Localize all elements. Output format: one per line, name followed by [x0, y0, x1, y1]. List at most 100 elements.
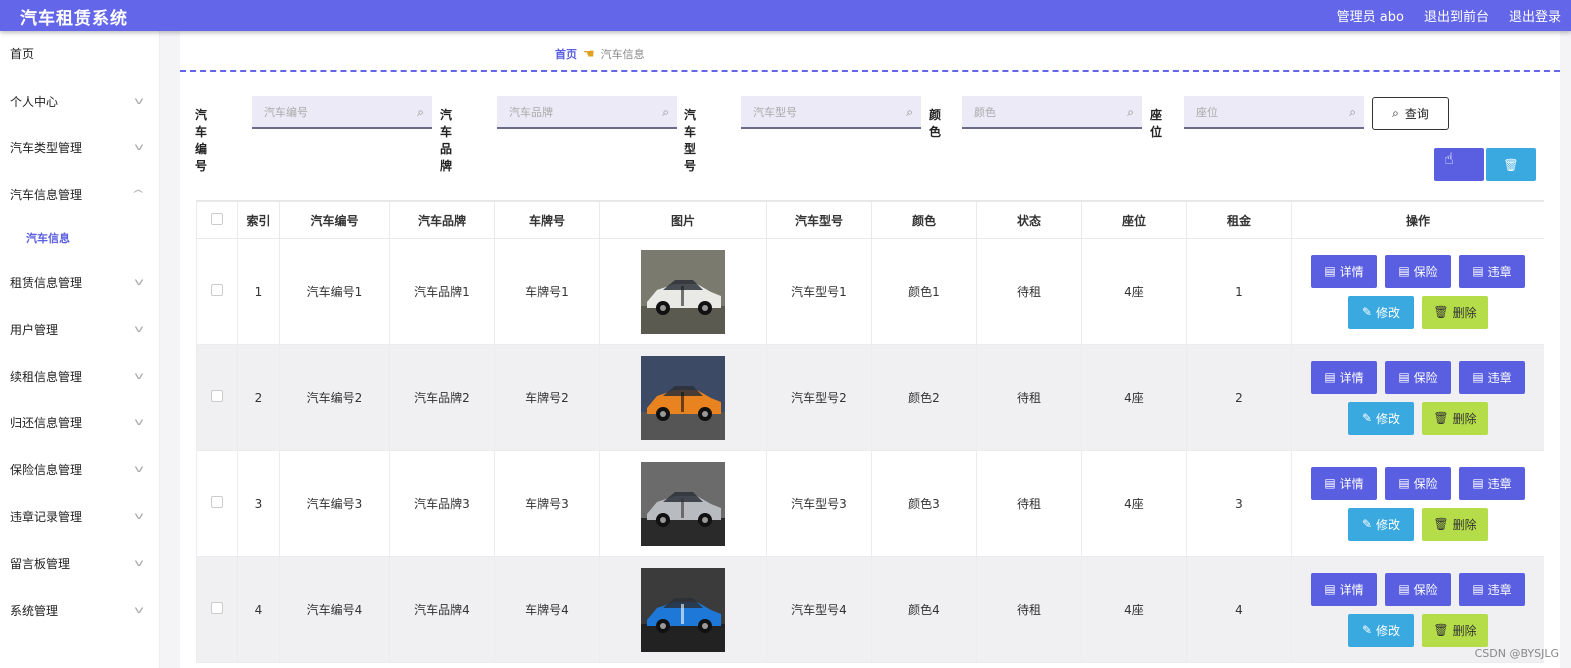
cell-seats: 4座 [1081, 450, 1187, 557]
insurance-button[interactable]: ▤ 保险 [1385, 466, 1451, 500]
insurance-button[interactable]: ▤ 保险 [1385, 254, 1451, 288]
detail-button[interactable]: ▤ 详情 [1311, 572, 1377, 606]
document-icon: ▤ [1324, 264, 1336, 278]
cell-index: 1 [237, 238, 280, 345]
row-select-cell[interactable] [196, 556, 238, 663]
sidebar-item-label: 系统管理 [10, 603, 59, 618]
document-icon: ▤ [1472, 264, 1484, 278]
cell-code: 汽车编号3 [279, 450, 390, 557]
cell-color: 颜色3 [871, 450, 977, 557]
row-checkbox[interactable] [211, 390, 223, 402]
sidebar-item-10[interactable]: 违章记录管理 v [0, 501, 160, 531]
sidebar-item-1[interactable]: 个人中心 v [0, 86, 160, 116]
cell-plate: 车牌号1 [494, 238, 600, 345]
col-plate: 车牌号 [494, 201, 600, 239]
edit-label: 修改 [1376, 305, 1401, 320]
sidebar-item-label: 留言板管理 [10, 556, 71, 571]
delete-button[interactable]: 🗑 删除 [1422, 295, 1488, 329]
pencil-icon: ✎ [1361, 305, 1373, 319]
insurance-button[interactable]: ▤ 保险 [1385, 360, 1451, 394]
logout-link[interactable]: 退出登录 [1509, 6, 1561, 25]
chevron-down-icon: v [134, 276, 144, 288]
delete-button[interactable]: 🗑 删除 [1422, 613, 1488, 647]
row-checkbox[interactable] [211, 284, 223, 296]
cell-plate: 车牌号2 [494, 344, 600, 451]
sidebar-item-11[interactable]: 留言板管理 v [0, 548, 160, 578]
sidebar-item-label: 汽车类型管理 [10, 140, 83, 155]
col-rent: 租金 [1186, 201, 1292, 239]
insurance-label: 保险 [1413, 582, 1438, 597]
sidebar-item-3[interactable]: 汽车信息管理 ^ [0, 179, 160, 209]
table-row: 3 汽车编号3 汽车品牌3 车牌号3 汽车型号3 颜色3 待租 4座 3 ▤ 详情 ▤ 保险 ▤ 违章 ✎ 修改… [196, 450, 1544, 557]
select-all-cell[interactable] [196, 201, 238, 239]
violation-button[interactable]: ▤ 违章 [1459, 572, 1525, 606]
detail-button[interactable]: ▤ 详情 [1311, 466, 1377, 500]
sidebar-item-6[interactable]: 用户管理 v [0, 314, 160, 344]
search-label-code: 汽车编号 [195, 108, 208, 173]
search-input-model[interactable]: 汽车型号 ⌕ [741, 96, 921, 129]
placeholder-code: 汽车编号 [264, 106, 308, 119]
edit-button[interactable]: ✎ 修改 [1348, 507, 1414, 541]
chevron-down-icon: v [134, 463, 144, 475]
placeholder-brand: 汽车品牌 [509, 106, 553, 119]
sidebar-item-0[interactable]: 首页 [0, 38, 160, 68]
placeholder-seats: 座位 [1196, 106, 1218, 119]
document-icon: ▤ [1472, 370, 1484, 384]
detail-button[interactable]: ▤ 详情 [1311, 360, 1377, 394]
breadcrumb-home[interactable]: 首页 [555, 46, 577, 62]
search-input-brand[interactable]: 汽车品牌 ⌕ [497, 96, 677, 129]
row-select-cell[interactable] [196, 238, 238, 345]
row-checkbox[interactable] [211, 602, 223, 614]
detail-label: 详情 [1339, 476, 1364, 491]
select-all-checkbox[interactable] [211, 212, 223, 225]
edit-button[interactable]: ✎ 修改 [1348, 613, 1414, 647]
cell-seats: 4座 [1081, 344, 1187, 451]
breadcrumb: 首页 ☚ 汽车信息 [555, 46, 645, 62]
app-title: 汽车租赁系统 [20, 9, 128, 29]
hand-pointer-icon: ☚ [583, 46, 595, 62]
cell-index: 2 [237, 344, 280, 451]
exit-to-front-link[interactable]: 退出到前台 [1424, 6, 1489, 25]
search-input-seats[interactable]: 座位 ⌕ [1184, 96, 1364, 129]
delete-label: 删除 [1452, 411, 1477, 426]
row-select-cell[interactable] [196, 344, 238, 451]
edit-button[interactable]: ✎ 修改 [1348, 401, 1414, 435]
add-button[interactable] [1434, 148, 1484, 181]
violation-button[interactable]: ▤ 违章 [1459, 360, 1525, 394]
col-code: 汽车编号 [279, 201, 390, 239]
batch-delete-button[interactable]: 🗑 [1486, 148, 1536, 181]
search-input-code[interactable]: 汽车编号 ⌕ [252, 96, 432, 129]
cell-color: 颜色2 [871, 344, 977, 451]
watermark: CSDN @BYSJLG [1474, 647, 1559, 660]
cell-actions: ▤ 详情 ▤ 保险 ▤ 违章 ✎ 修改 🗑 删除 [1291, 238, 1544, 345]
document-icon: ▤ [1398, 476, 1410, 490]
cell-code: 汽车编号2 [279, 344, 390, 451]
sidebar-item-8[interactable]: 归还信息管理 v [0, 407, 160, 437]
violation-button[interactable]: ▤ 违章 [1459, 466, 1525, 500]
row-select-cell[interactable] [196, 450, 238, 557]
detail-button[interactable]: ▤ 详情 [1311, 254, 1377, 288]
sidebar-item-5[interactable]: 租赁信息管理 v [0, 267, 160, 297]
search-input-color[interactable]: 颜色 ⌕ [962, 96, 1142, 129]
delete-button[interactable]: 🗑 删除 [1422, 401, 1488, 435]
sidebar-item-2[interactable]: 汽车类型管理 v [0, 132, 160, 162]
insurance-button[interactable]: ▤ 保险 [1385, 572, 1451, 606]
violation-button[interactable]: ▤ 违章 [1459, 254, 1525, 288]
row-checkbox[interactable] [211, 496, 223, 508]
top-right-links: 管理员 abo 退出到前台 退出登录 [1337, 6, 1561, 25]
sidebar-item-label: 租赁信息管理 [10, 275, 83, 290]
search-icon: ⌕ [662, 105, 669, 119]
cell-brand: 汽车品牌1 [389, 238, 495, 345]
sidebar-item-7[interactable]: 续租信息管理 v [0, 361, 160, 391]
document-icon: ▤ [1398, 370, 1410, 384]
cell-code: 汽车编号4 [279, 556, 390, 663]
query-button[interactable]: ⌕ 查询 [1372, 97, 1449, 130]
search-icon: ⌕ [906, 105, 913, 119]
document-icon: ▤ [1472, 476, 1484, 490]
edit-button[interactable]: ✎ 修改 [1348, 295, 1414, 329]
delete-button[interactable]: 🗑 删除 [1422, 507, 1488, 541]
sidebar-item-9[interactable]: 保险信息管理 v [0, 454, 160, 484]
cell-rent: 3 [1186, 450, 1292, 557]
sidebar-item-4[interactable]: 汽车信息 [0, 223, 160, 253]
sidebar-item-12[interactable]: 系统管理 v [0, 595, 160, 625]
